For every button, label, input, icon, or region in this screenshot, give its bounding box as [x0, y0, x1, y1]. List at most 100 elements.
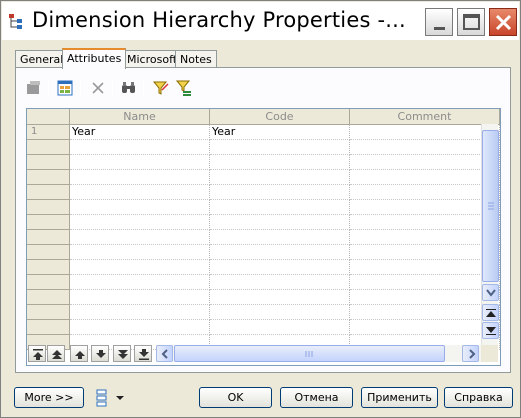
- minimize-button[interactable]: [425, 8, 453, 36]
- row-header[interactable]: [27, 275, 70, 290]
- grid-cell-comment[interactable]: [350, 155, 500, 170]
- grid-cell-comment[interactable]: [350, 140, 500, 155]
- grid-cell-name[interactable]: Year: [70, 125, 210, 140]
- grid-cell-code[interactable]: [210, 185, 350, 200]
- grid-cell-code[interactable]: [210, 245, 350, 260]
- column-header-name[interactable]: Name: [70, 109, 210, 125]
- grid-cell-name[interactable]: [70, 320, 210, 335]
- find-button[interactable]: [118, 77, 140, 99]
- row-header[interactable]: [27, 320, 70, 335]
- grid-cell-comment[interactable]: [350, 230, 500, 245]
- page-down-button[interactable]: [113, 345, 131, 362]
- properties-button[interactable]: [23, 77, 45, 99]
- horizontal-scrollbar[interactable]: [156, 345, 482, 362]
- column-header-comment[interactable]: Comment: [350, 109, 500, 125]
- grid-cell-comment[interactable]: [350, 215, 500, 230]
- scroll-down-step-button[interactable]: [482, 322, 499, 339]
- grid-cell-name[interactable]: [70, 140, 210, 155]
- scroll-corner: [481, 345, 498, 362]
- cancel-button[interactable]: Отмена: [280, 387, 353, 408]
- tab-general[interactable]: General: [15, 50, 69, 68]
- grid-cell-comment[interactable]: [350, 200, 500, 215]
- grid-cell-name[interactable]: [70, 290, 210, 305]
- filter-icon: [152, 81, 169, 95]
- grid-cell-comment[interactable]: [350, 170, 500, 185]
- triangle-up-icon: [486, 309, 496, 317]
- row-header[interactable]: [27, 155, 70, 170]
- find-icon: [122, 82, 135, 93]
- column-header-code[interactable]: Code: [210, 109, 350, 125]
- grid-cell-name[interactable]: [70, 230, 210, 245]
- grid-cell-code[interactable]: [210, 170, 350, 185]
- grid-cell-name[interactable]: [70, 275, 210, 290]
- apply-button[interactable]: Применить: [361, 387, 438, 408]
- grid-cell-code[interactable]: [210, 230, 350, 245]
- close-button[interactable]: [489, 8, 517, 36]
- scroll-right-button[interactable]: [462, 345, 479, 362]
- row-header[interactable]: [27, 185, 70, 200]
- filter-button[interactable]: [150, 77, 172, 99]
- row-header[interactable]: [27, 290, 70, 305]
- grid-cell-comment[interactable]: [350, 290, 500, 305]
- row-header[interactable]: 1: [27, 125, 70, 140]
- row-header[interactable]: [27, 140, 70, 155]
- grid-cell-code[interactable]: [210, 260, 350, 275]
- grid-cell-comment[interactable]: [350, 185, 500, 200]
- move-top-button[interactable]: [28, 345, 46, 362]
- grid-cell-comment[interactable]: [350, 260, 500, 275]
- grid-cell-code[interactable]: [210, 215, 350, 230]
- grid-cell-name[interactable]: [70, 200, 210, 215]
- tab-attributes[interactable]: Attributes: [62, 48, 127, 69]
- options-dropdown-button[interactable]: [95, 389, 131, 407]
- grid-cell-code[interactable]: [210, 200, 350, 215]
- move-down-button[interactable]: [91, 345, 109, 362]
- grid-cell-name[interactable]: [70, 170, 210, 185]
- row-header[interactable]: [27, 170, 70, 185]
- grid-cell-name[interactable]: [70, 215, 210, 230]
- customize-columns-button[interactable]: [173, 77, 195, 99]
- ok-button[interactable]: OK: [199, 387, 272, 408]
- horizontal-scroll-thumb[interactable]: [174, 345, 445, 362]
- row-header[interactable]: [27, 260, 70, 275]
- grid-cell-code[interactable]: [210, 275, 350, 290]
- row-header[interactable]: [27, 215, 70, 230]
- grid-cell-name[interactable]: [70, 245, 210, 260]
- delete-button[interactable]: [87, 77, 109, 99]
- grid-cell-code[interactable]: [210, 305, 350, 320]
- grid-cell-name[interactable]: [70, 185, 210, 200]
- row-header[interactable]: [27, 230, 70, 245]
- help-button[interactable]: Справка: [444, 387, 513, 408]
- grid-cell-name[interactable]: [70, 305, 210, 320]
- move-down-icon: [96, 350, 106, 358]
- grid-cell-comment[interactable]: [350, 275, 500, 290]
- grid-cell-code[interactable]: [210, 320, 350, 335]
- vertical-scroll-thumb[interactable]: [482, 130, 499, 282]
- grid-cell-code[interactable]: [210, 290, 350, 305]
- grid-cell-code[interactable]: [210, 140, 350, 155]
- move-up-button[interactable]: [70, 345, 88, 362]
- tab-notes[interactable]: Notes: [175, 50, 217, 68]
- more-button[interactable]: More >>: [14, 387, 84, 408]
- scroll-left-button[interactable]: [156, 345, 173, 362]
- grid-cell-name[interactable]: [70, 155, 210, 170]
- vertical-scrollbar[interactable]: [481, 124, 499, 346]
- grid-cell-comment[interactable]: [350, 245, 500, 260]
- scroll-up-step-button[interactable]: [482, 304, 499, 321]
- grid-cell-comment[interactable]: [350, 320, 500, 335]
- row-header[interactable]: [27, 245, 70, 260]
- attributes-grid: Name Code Comment 1 Year Year: [26, 108, 501, 366]
- grid-cell-code[interactable]: [210, 155, 350, 170]
- grid-cell-comment[interactable]: [350, 125, 500, 140]
- grid-cell-comment[interactable]: [350, 305, 500, 320]
- tab-microsoft[interactable]: Microsoft: [122, 50, 183, 68]
- maximize-button[interactable]: [457, 8, 485, 36]
- row-header[interactable]: [27, 305, 70, 320]
- hierarchy-app-icon: [9, 14, 22, 29]
- scroll-down-button[interactable]: [482, 284, 499, 301]
- row-header[interactable]: [27, 200, 70, 215]
- grid-cell-code[interactable]: Year: [210, 125, 350, 140]
- add-attributes-button[interactable]: [54, 77, 76, 99]
- move-bottom-button[interactable]: [134, 345, 152, 362]
- page-up-button[interactable]: [47, 345, 65, 362]
- grid-cell-name[interactable]: [70, 260, 210, 275]
